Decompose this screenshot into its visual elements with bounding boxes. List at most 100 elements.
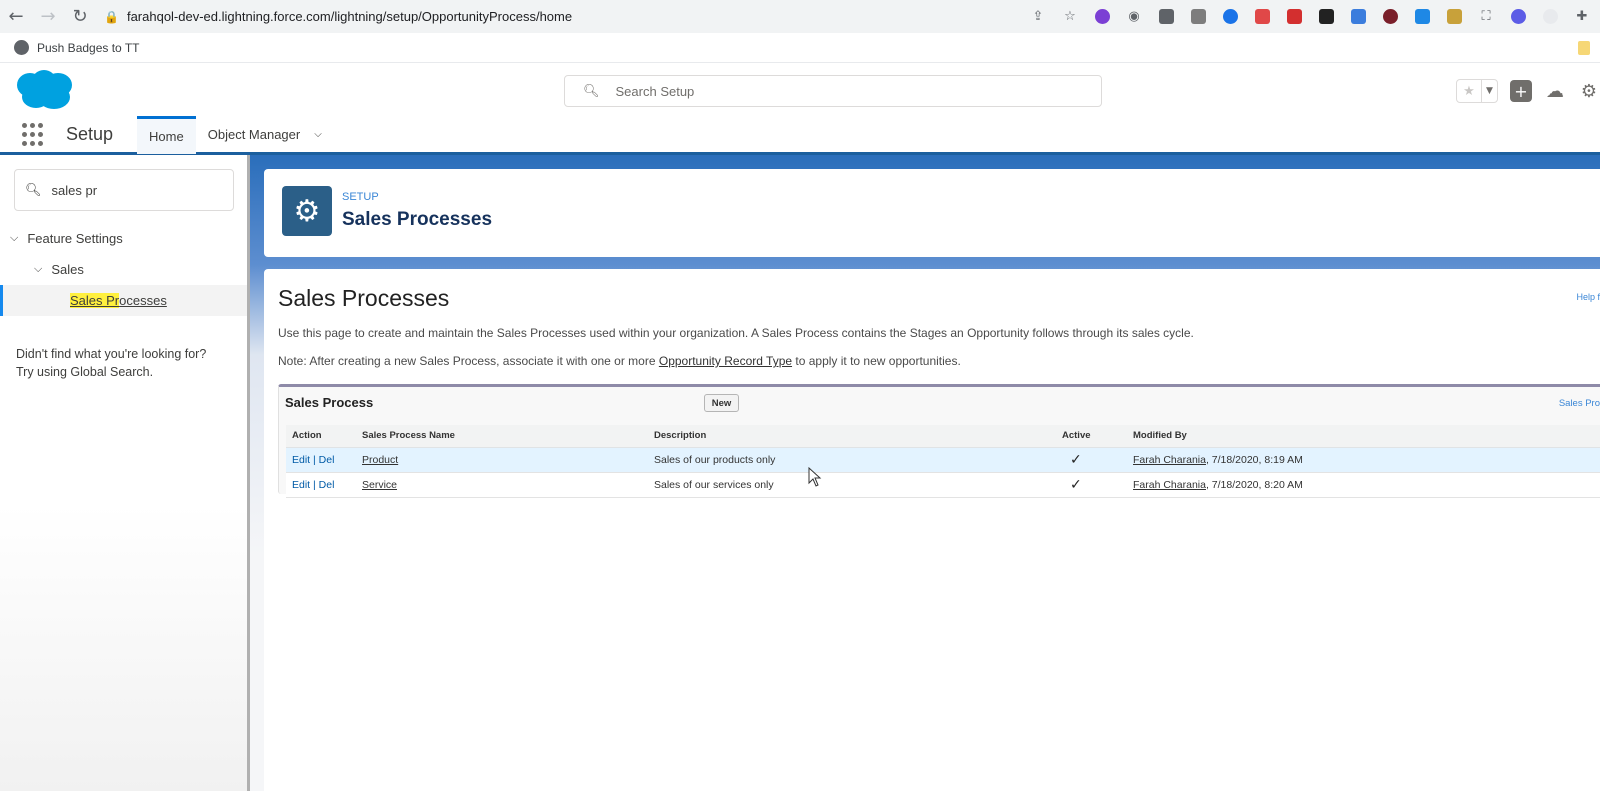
quick-find-input[interactable]: 🔍︎ sales pr [14,169,234,211]
address-bar[interactable]: 🔒 farahqol-dev-ed.lightning.force.com/li… [104,9,572,24]
chevron-down-icon[interactable]: ⌵ [10,231,18,245]
global-header: 🔍︎ Search Setup ★ ▼ + ☁ ⚙ [0,63,1600,117]
help-link[interactable]: Help f [1576,292,1600,302]
extension-icon[interactable] [1154,7,1178,27]
quick-find-value: sales pr [51,182,98,198]
delete-link[interactable]: Del [319,479,335,491]
sales-process-related-list: Sales Process New Sales Pro Action Sales… [278,384,1600,498]
panel-title: Sales Processes [278,285,450,311]
gear-icon[interactable]: ⚙ [1578,80,1600,102]
chevron-down-icon[interactable]: ⌵ [314,129,322,140]
opportunity-record-type-link[interactable]: Opportunity Record Type [659,354,792,368]
action-cell: Edit | Del [286,472,356,498]
edit-link[interactable]: Edit [292,479,310,491]
chevron-down-icon[interactable]: ⌵ [34,262,42,276]
sales-process-table: Action Sales Process Name Description Ac… [286,425,1600,498]
user-link[interactable]: Farah Charania [1133,454,1206,466]
tree-item-sales[interactable]: ⌵ Sales [0,255,247,283]
search-setup-input[interactable]: 🔍︎ Search Setup [564,75,1102,107]
app-launcher-icon[interactable] [22,122,46,147]
tab-object-manager[interactable]: Object Manager ⌵ [196,116,334,154]
new-button[interactable]: New [704,394,739,412]
setup-nav-bar: Setup Home Object Manager ⌵ [0,115,1600,155]
related-list-help-link[interactable]: Sales Pro [1559,398,1600,409]
active-cell: ✓ [1056,447,1127,473]
table-row: Edit | Del Service Sales of our services… [286,472,1600,498]
gear-icon: ⚙ [282,186,332,236]
url-text[interactable]: farahqol-dev-ed.lightning.force.com/ligh… [127,9,572,24]
sales-processes-panel: Sales Processes Help f Use this page to … [264,269,1600,794]
active-cell: ✓ [1056,472,1127,498]
extension-icon[interactable] [1506,7,1530,27]
modified-by-cell: Farah Charania, 7/18/2020, 8:20 AM [1127,472,1600,498]
tab-home[interactable]: Home [137,115,196,154]
extension-icon[interactable]: ⛶ [1474,7,1498,27]
search-icon: 🔍︎ [25,182,42,198]
camera-extension-icon[interactable]: ◉ [1122,7,1146,27]
extension-icon[interactable] [1346,7,1370,27]
lock-icon: 🔒 [104,9,119,24]
tab-home-label: Home [149,128,184,144]
extension-icon[interactable] [1218,7,1242,27]
extension-icon[interactable] [1410,7,1434,27]
bookmark-push-badges[interactable]: Push Badges to TT [37,41,140,55]
global-search-hint: Didn't find what you're looking for? Try… [16,345,236,381]
bookmark-star-icon[interactable]: ☆ [1058,7,1082,27]
reload-icon[interactable]: ↻ [64,0,96,33]
tab-object-manager-label: Object Manager [207,127,301,142]
salesforce-logo[interactable] [14,69,74,111]
sales-process-name-link[interactable]: Service [362,479,397,491]
chevron-down-icon[interactable]: ▼ [1481,80,1497,102]
sales-processes-link[interactable]: Sales Processes [70,293,167,308]
column-header[interactable]: Active [1056,425,1127,448]
setup-sidebar: 🔍︎ sales pr ⌵ Feature Settings ⌵ Sales S… [0,155,250,791]
separator: | [310,478,319,491]
extension-icon[interactable] [1250,7,1274,27]
app-name: Setup [66,124,114,144]
table-header-row: Action Sales Process Name Description Ac… [286,425,1600,448]
browser-extensions: ⇪ ☆ ◉ ⛶ ✚ [1026,0,1600,33]
description-cell: Sales of our products only [648,447,1056,473]
trailhead-icon[interactable]: ☁ [1544,80,1566,102]
puzzle-icon[interactable]: ✚ [1570,7,1594,27]
extension-icon[interactable] [1442,7,1466,27]
share-icon[interactable]: ⇪ [1026,7,1050,27]
tree-item-sales-processes[interactable]: Sales Processes [0,285,247,316]
extension-icon[interactable] [1538,7,1562,27]
description-cell: Sales of our services only [648,472,1056,498]
edit-link[interactable]: Edit [292,454,310,466]
extension-icon[interactable] [1314,7,1338,27]
pdf-extension-icon[interactable] [1282,7,1306,27]
delete-link[interactable]: Del [319,454,335,466]
sales-process-name-link[interactable]: Product [362,454,398,466]
star-icon[interactable]: ★ [1457,80,1481,102]
mouse-pointer-icon [808,467,822,487]
page-description: Use this page to create and maintain the… [278,326,1194,340]
search-icon: 🔍︎ [583,83,600,99]
user-link[interactable]: Farah Charania [1133,479,1206,491]
extension-icon[interactable] [1090,7,1114,27]
browser-toolbar: ← → ↻ 🔒 farahqol-dev-ed.lightning.force.… [0,0,1600,33]
back-icon[interactable]: ← [0,0,32,33]
setup-content-area: ⚙ SETUP Sales Processes Sales Processes … [250,155,1600,794]
extension-icon[interactable] [1378,7,1402,27]
extension-icon[interactable] [1186,7,1210,27]
hint-line-2: Try using Global Search. [16,365,154,379]
forward-icon[interactable]: → [32,0,64,33]
column-header[interactable]: Description [648,425,1056,448]
checkmark-icon: ✓ [1070,451,1082,468]
note-prefix: Note: After creating a new Sales Process… [278,354,659,368]
tree-item-feature-settings[interactable]: ⌵ Feature Settings [0,224,247,252]
breadcrumb: SETUP [342,191,379,203]
column-header[interactable]: Modified By [1127,425,1600,448]
page-header: ⚙ SETUP Sales Processes [264,169,1600,257]
globe-icon [14,40,29,55]
folder-icon[interactable] [1578,41,1590,55]
favorites-button[interactable]: ★ ▼ [1456,79,1498,103]
column-header[interactable]: Sales Process Name [356,425,648,448]
page-note: Note: After creating a new Sales Process… [278,354,961,368]
checkmark-icon: ✓ [1070,476,1082,493]
header-actions: ★ ▼ + ☁ ⚙ [1456,79,1600,103]
global-actions-plus-icon[interactable]: + [1510,80,1532,102]
modified-date: , 7/18/2020, 8:19 AM [1205,453,1303,466]
